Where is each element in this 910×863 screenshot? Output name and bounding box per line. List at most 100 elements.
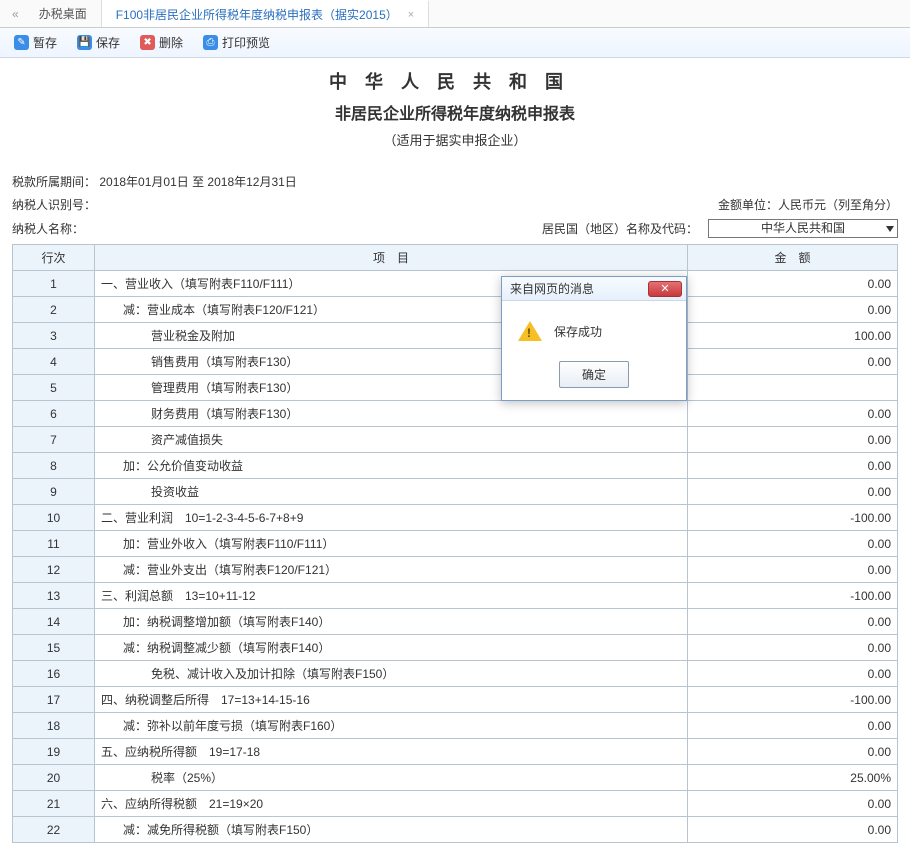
row-amount[interactable]: 0.00 xyxy=(688,739,898,765)
row-item: 减：营业外支出（填写附表F120/F121） xyxy=(95,557,688,583)
dialog-ok-button[interactable]: 确定 xyxy=(559,361,629,388)
row-item: 免税、减计收入及加计扣除（填写附表F150） xyxy=(95,661,688,687)
page-title-country: 中华人民共和国 xyxy=(12,68,898,94)
table-row: 4销售费用（填写附表F130）0.00 xyxy=(13,349,898,375)
currency-unit-label: 金额单位：人民币元（列至角分） xyxy=(455,196,898,213)
row-no: 21 xyxy=(13,791,95,817)
row-amount[interactable]: 0.00 xyxy=(688,479,898,505)
save-button[interactable]: 💾 保存 xyxy=(73,32,124,53)
page-title-note: （适用于据实申报企业） xyxy=(12,130,898,149)
table-row: 19五、应纳税所得额 19=17-180.00 xyxy=(13,739,898,765)
table-row: 17四、纳税调整后所得 17=13+14-15-16-100.00 xyxy=(13,687,898,713)
delete-label: 删除 xyxy=(159,34,183,51)
row-amount[interactable]: 0.00 xyxy=(688,531,898,557)
print-icon: ⎙ xyxy=(203,35,218,50)
row-amount[interactable]: -100.00 xyxy=(688,583,898,609)
row-amount[interactable]: 0.00 xyxy=(688,427,898,453)
tabs-scroll-left[interactable]: « xyxy=(6,7,25,21)
row-amount[interactable]: -100.00 xyxy=(688,687,898,713)
row-amount[interactable]: 0.00 xyxy=(688,453,898,479)
table-row: 18减：弥补以前年度亏损（填写附表F160）0.00 xyxy=(13,713,898,739)
resident-country-label: 居民国（地区）名称及代码： xyxy=(542,220,708,237)
close-icon: ✕ xyxy=(660,282,669,295)
row-amount[interactable]: 25.00% xyxy=(688,765,898,791)
row-item: 减：减免所得税额（填写附表F150） xyxy=(95,817,688,843)
row-item: 资产减值损失 xyxy=(95,427,688,453)
declaration-table: 行次 项 目 金 额 1一、营业收入（填写附表F110/F111）0.002减：… xyxy=(12,244,898,843)
tab-bar: « 办税桌面 F100非居民企业所得税年度纳税申报表（据实2015） × xyxy=(0,0,910,28)
row-no: 15 xyxy=(13,635,95,661)
row-amount[interactable]: -100.00 xyxy=(688,505,898,531)
message-dialog: 来自网页的消息 ✕ 保存成功 确定 xyxy=(501,276,687,401)
row-item: 加：纳税调整增加额（填写附表F140） xyxy=(95,609,688,635)
row-item: 财务费用（填写附表F130） xyxy=(95,401,688,427)
row-amount[interactable]: 0.00 xyxy=(688,609,898,635)
dialog-close-button[interactable]: ✕ xyxy=(648,281,682,297)
print-preview-button[interactable]: ⎙ 打印预览 xyxy=(199,32,274,53)
row-no: 14 xyxy=(13,609,95,635)
row-no: 19 xyxy=(13,739,95,765)
row-item: 税率（25%） xyxy=(95,765,688,791)
tab-label: 办税桌面 xyxy=(39,5,87,22)
save-temp-label: 暂存 xyxy=(33,34,57,51)
table-row: 6财务费用（填写附表F130）0.00 xyxy=(13,401,898,427)
row-no: 9 xyxy=(13,479,95,505)
table-row: 10二、营业利润 10=1-2-3-4-5-6-7+8+9-100.00 xyxy=(13,505,898,531)
tab-1[interactable]: F100非居民企业所得税年度纳税申报表（据实2015） × xyxy=(102,0,430,27)
row-item: 五、应纳税所得额 19=17-18 xyxy=(95,739,688,765)
delete-icon: ✖ xyxy=(140,35,155,50)
table-row: 16免税、减计收入及加计扣除（填写附表F150）0.00 xyxy=(13,661,898,687)
row-amount[interactable]: 0.00 xyxy=(688,817,898,843)
row-no: 17 xyxy=(13,687,95,713)
row-amount[interactable]: 0.00 xyxy=(688,271,898,297)
table-row: 13三、利润总额 13=10+11-12-100.00 xyxy=(13,583,898,609)
row-no: 10 xyxy=(13,505,95,531)
table-row: 21六、应纳所得税额 21=19×200.00 xyxy=(13,791,898,817)
table-row: 14加：纳税调整增加额（填写附表F140）0.00 xyxy=(13,609,898,635)
row-amount[interactable]: 100.00 xyxy=(688,323,898,349)
dialog-title-text: 来自网页的消息 xyxy=(510,280,594,297)
dialog-message: 保存成功 xyxy=(554,323,602,340)
row-amount[interactable]: 0.00 xyxy=(688,661,898,687)
row-item: 加：营业外收入（填写附表F110/F111） xyxy=(95,531,688,557)
table-row: 11加：营业外收入（填写附表F110/F111）0.00 xyxy=(13,531,898,557)
tab-label: F100非居民企业所得税年度纳税申报表（据实2015） xyxy=(116,6,398,23)
resident-country-select[interactable]: 中华人民共和国 xyxy=(708,219,898,238)
col-header-amount: 金 额 xyxy=(688,245,898,271)
save-temp-button[interactable]: ✎ 暂存 xyxy=(10,32,61,53)
table-row: 8加：公允价值变动收益0.00 xyxy=(13,453,898,479)
table-row: 2减：营业成本（填写附表F120/F121）0.00 xyxy=(13,297,898,323)
table-row: 12减：营业外支出（填写附表F120/F121）0.00 xyxy=(13,557,898,583)
col-header-no: 行次 xyxy=(13,245,95,271)
resident-country-value: 中华人民共和国 xyxy=(761,221,845,235)
row-item: 减：弥补以前年度亏损（填写附表F160） xyxy=(95,713,688,739)
close-icon[interactable]: × xyxy=(408,9,414,21)
row-item: 减：纳税调整减少额（填写附表F140） xyxy=(95,635,688,661)
row-amount[interactable]: 0.00 xyxy=(688,791,898,817)
row-amount[interactable]: 0.00 xyxy=(688,349,898,375)
row-no: 8 xyxy=(13,453,95,479)
row-item: 投资收益 xyxy=(95,479,688,505)
row-amount[interactable]: 0.00 xyxy=(688,557,898,583)
row-amount[interactable]: 0.00 xyxy=(688,297,898,323)
table-row: 22减：减免所得税额（填写附表F150）0.00 xyxy=(13,817,898,843)
table-row: 7资产减值损失0.00 xyxy=(13,427,898,453)
row-amount[interactable] xyxy=(688,375,898,401)
taxpayer-id-label: 纳税人识别号： xyxy=(12,198,96,212)
period-label: 税款所属期间： xyxy=(12,175,96,189)
tab-0[interactable]: 办税桌面 xyxy=(25,0,102,27)
table-row: 20税率（25%）25.00% xyxy=(13,765,898,791)
warning-icon xyxy=(518,321,542,341)
toolbar: ✎ 暂存 💾 保存 ✖ 删除 ⎙ 打印预览 xyxy=(0,28,910,58)
row-amount[interactable]: 0.00 xyxy=(688,713,898,739)
row-amount[interactable]: 0.00 xyxy=(688,635,898,661)
row-no: 13 xyxy=(13,583,95,609)
page-content: 中华人民共和国 非居民企业所得税年度纳税申报表 （适用于据实申报企业） 税款所属… xyxy=(0,58,910,863)
delete-button[interactable]: ✖ 删除 xyxy=(136,32,187,53)
period-value: 2018年01月01日 至 2018年12月31日 xyxy=(99,175,296,189)
row-no: 2 xyxy=(13,297,95,323)
row-no: 20 xyxy=(13,765,95,791)
table-row: 15减：纳税调整减少额（填写附表F140）0.00 xyxy=(13,635,898,661)
row-amount[interactable]: 0.00 xyxy=(688,401,898,427)
row-item: 四、纳税调整后所得 17=13+14-15-16 xyxy=(95,687,688,713)
